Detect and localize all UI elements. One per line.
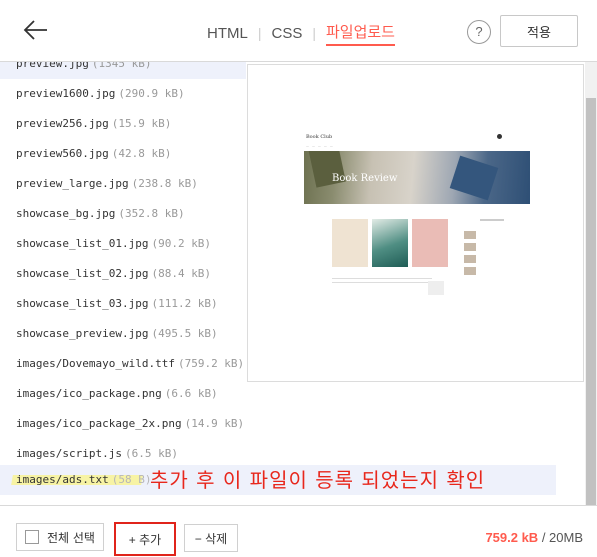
tab-bar: HTML | CSS | 파일업로드 [207, 21, 395, 46]
bottom-bar: 전체 선택 + 추가 − 삭제 759.2 kB / 20MB [0, 505, 597, 557]
checkbox-icon[interactable] [25, 530, 39, 544]
file-item[interactable]: preview.jpg (1345 kB) [0, 62, 246, 79]
file-size: (14.9 kB) [184, 417, 245, 430]
preview-banner: Book Review [304, 151, 530, 204]
file-item[interactable]: showcase_list_02.jpg (88.4 kB) [0, 259, 246, 289]
preview-banner-title: Book Review [332, 173, 398, 184]
file-item[interactable]: images/ico_package_2x.png (14.9 kB) [0, 409, 246, 439]
top-bar: HTML | CSS | 파일업로드 ? 적용 [0, 0, 597, 62]
file-item[interactable]: showcase_preview.jpg (495.5 kB) [0, 319, 246, 349]
file-name: preview1600.jpg [16, 87, 116, 100]
preview-caption [332, 275, 432, 283]
scrollbar[interactable] [585, 62, 597, 506]
file-size: (42.8 kB) [111, 147, 172, 160]
help-button[interactable]: ? [467, 20, 491, 44]
tab-file-upload[interactable]: 파일업로드 [325, 21, 395, 46]
delete-button[interactable]: − 삭제 [184, 524, 238, 552]
file-size: (88.4 kB) [151, 267, 212, 280]
file-item[interactable]: showcase_bg.jpg (352.8 kB) [0, 199, 246, 229]
file-size: (1345 kB) [91, 62, 152, 70]
preview-site-logo: Book Club [306, 134, 333, 140]
file-size: (15.9 kB) [111, 117, 172, 130]
storage-total: / 20MB [538, 530, 583, 545]
file-name: images/script.js [16, 447, 122, 460]
file-name: images/Dovemayo_wild.ttf [16, 357, 175, 370]
storage-usage: 759.2 kB / 20MB [485, 530, 583, 545]
file-item[interactable]: showcase_list_03.jpg (111.2 kB) [0, 289, 246, 319]
file-item[interactable]: images/ico_package.png (6.6 kB) [0, 379, 246, 409]
annotation-note: 추가 후 이 파일이 등록 되었는지 확인 [150, 468, 486, 492]
file-item[interactable]: preview560.jpg (42.8 kB) [0, 139, 246, 169]
select-all-label: 전체 선택 [47, 530, 95, 545]
preview-thumbnail [428, 281, 444, 295]
file-name: preview_large.jpg [16, 177, 129, 190]
preview-theme-icon [497, 134, 502, 139]
storage-used: 759.2 kB [485, 530, 539, 545]
preview-card [372, 219, 408, 267]
file-name: preview256.jpg [16, 117, 109, 130]
file-size: (290.9 kB) [118, 87, 185, 100]
file-name: preview.jpg [16, 62, 89, 70]
file-size: (111.2 kB) [151, 297, 218, 310]
file-item: images/ads.txt (58 B) [16, 465, 151, 495]
file-item[interactable]: preview1600.jpg (290.9 kB) [0, 79, 246, 109]
file-item[interactable]: preview_large.jpg (238.8 kB) [0, 169, 246, 199]
preview-nav: — — — — — [306, 144, 334, 148]
tab-divider: | [257, 25, 262, 41]
file-size: (352.8 kB) [118, 207, 185, 220]
file-item[interactable]: images/Dovemayo_wild.ttf (759.2 kB) [0, 349, 246, 379]
file-size: (495.5 kB) [151, 327, 218, 340]
file-list: preview.jpg (1345 kB) preview1600.jpg (290.… [0, 62, 246, 505]
tab-html[interactable]: HTML [207, 25, 248, 42]
file-name: showcase_list_02.jpg [16, 267, 149, 280]
preview-card [332, 219, 368, 267]
file-preview-panel: Book Club — — — — — Book Review [247, 64, 584, 382]
file-name: images/ads.txt [16, 473, 109, 486]
preview-card [412, 219, 448, 267]
scrollbar-thumb[interactable] [586, 98, 596, 506]
preview-sidebar [464, 219, 504, 289]
file-size: (6.6 kB) [164, 387, 218, 400]
file-size: (6.5 kB) [124, 447, 178, 460]
file-size: (759.2 kB) [177, 357, 245, 370]
file-name: showcase_bg.jpg [16, 207, 116, 220]
file-item[interactable]: showcase_list_01.jpg (90.2 kB) [0, 229, 246, 259]
file-name: showcase_list_03.jpg [16, 297, 149, 310]
back-arrow-icon[interactable] [22, 16, 50, 44]
preview-image: Book Club — — — — — Book Review [304, 131, 530, 301]
new-file-row[interactable]: images/ads.txt (58 B) 추가 후 이 파일이 등록 되었는지 … [0, 465, 556, 495]
file-name: images/ico_package_2x.png [16, 417, 182, 430]
tab-css[interactable]: CSS [271, 25, 302, 42]
file-size: (238.8 kB) [131, 177, 198, 190]
file-name: preview560.jpg [16, 147, 109, 160]
select-all-checkbox[interactable]: 전체 선택 [16, 523, 104, 551]
file-name: showcase_list_01.jpg [16, 237, 149, 250]
file-name: showcase_preview.jpg [16, 327, 149, 340]
tab-divider: | [312, 25, 316, 41]
file-size: (90.2 kB) [151, 237, 212, 250]
add-button[interactable]: + 추가 [114, 522, 176, 556]
file-item[interactable]: preview256.jpg (15.9 kB) [0, 109, 246, 139]
file-size: (58 B) [111, 473, 152, 486]
apply-button[interactable]: 적용 [500, 15, 578, 47]
file-name: images/ico_package.png [16, 387, 162, 400]
